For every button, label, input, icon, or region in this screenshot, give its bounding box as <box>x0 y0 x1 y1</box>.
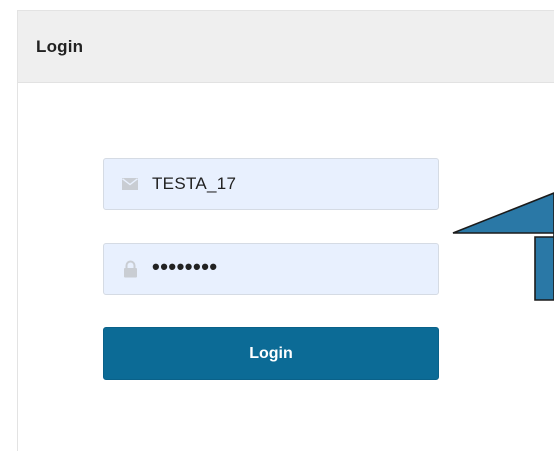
callout-arrow <box>452 192 554 301</box>
screen: Login TESTA_17 •••••••• Login <box>0 0 554 451</box>
callout-arrow-shaft <box>534 236 554 301</box>
